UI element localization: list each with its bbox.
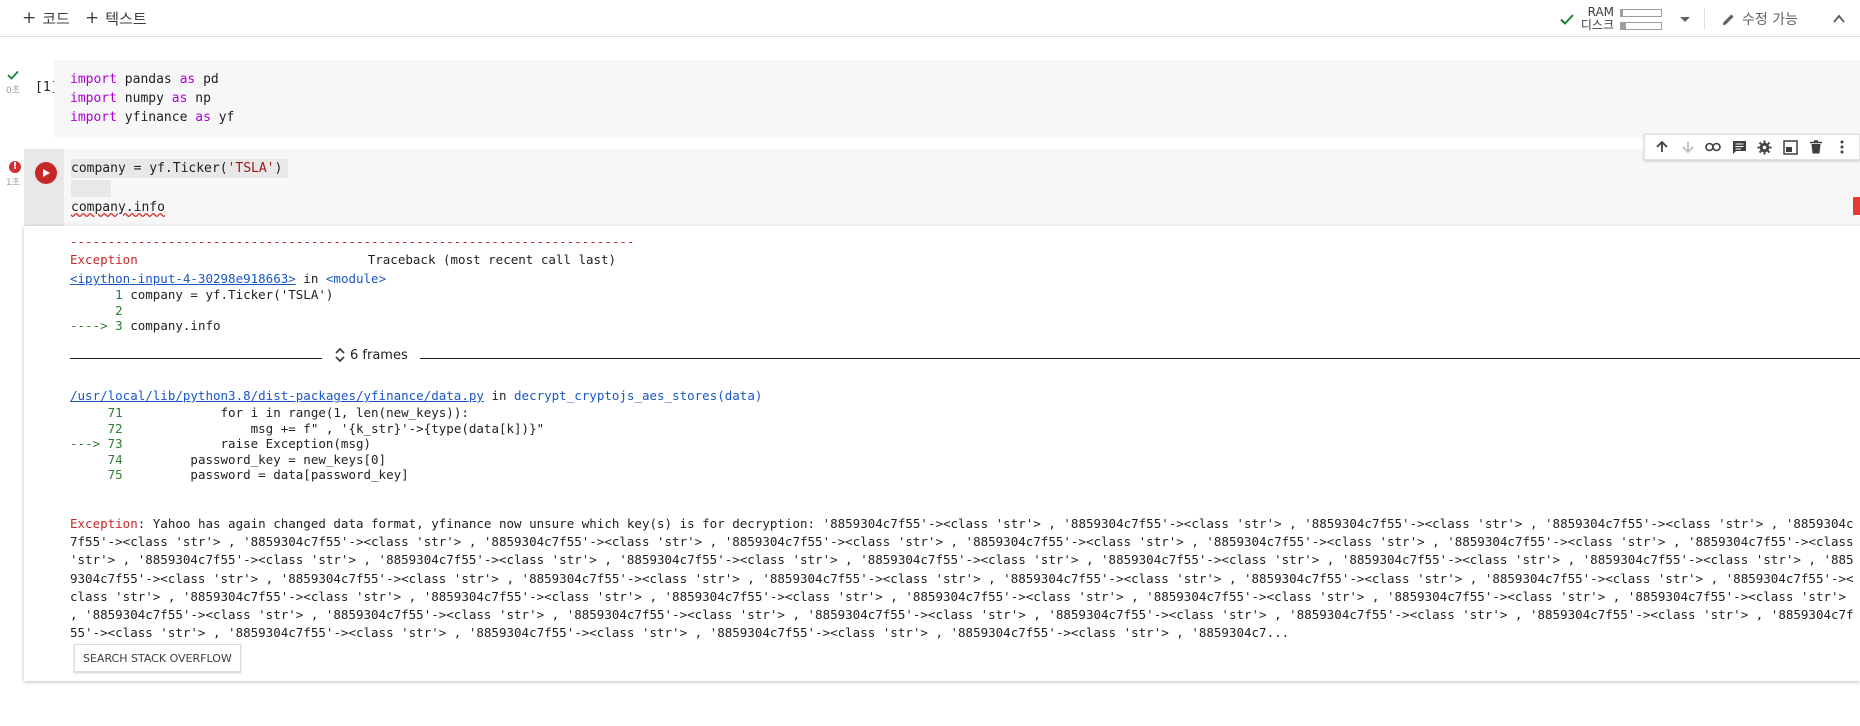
traceback-line: 75 password = data[password_key] [70,466,409,484]
check-icon [7,70,19,80]
cell-2-output: ----------------------------------------… [24,226,1860,681]
code-string: 'TSLA' [227,161,275,176]
line-code: msg += f" , '{k_str}'->{type(data[k])}" [122,420,545,436]
code-keyword: import [70,72,117,87]
code-text: yfinance [116,110,196,125]
line-number: 71 [70,405,123,420]
line-code: password_key = new_keys[0] [122,451,387,467]
toolbar-divider [1704,8,1706,30]
search-stack-overflow-button[interactable]: SEARCH STACK OVERFLOW [74,644,241,672]
gear-icon[interactable] [1757,139,1773,155]
code-text: company.info [71,200,165,215]
edit-mode-button[interactable]: 수정 가능 [1721,9,1798,29]
plus-icon: + [22,8,37,28]
code-keyword: as [179,72,196,87]
frames-divider-right [420,358,1860,359]
traceback-header: Traceback (most recent call last) [367,252,617,267]
traceback-separator: ----------------------------------------… [70,234,635,249]
line-code: company = yf.Ticker('TSLA') [122,287,334,302]
line-code: company.info [122,318,221,333]
line-code: raise Exception(msg) [122,436,372,451]
code-cell-2[interactable]: company = yf.Ticker('TSLA') company.info [0,149,1860,226]
frames-label: 6 frames [350,347,408,363]
cell-2-line-1: company = yf.Ticker('TSLA') [71,159,289,178]
cell-2-line-2 [71,180,111,197]
frames-divider-left [70,358,322,359]
ram-usage-bar [1620,8,1663,17]
move-down-icon[interactable] [1680,139,1696,155]
line-number: ---> 73 [70,436,123,451]
code-cell-1[interactable]: 0초 [1] import pandas as pd import numpy a… [0,60,1860,138]
module-name: <module> [325,271,387,286]
code-keyword: import [70,110,117,125]
code-line: import pandas as pd [70,70,234,89]
code-text: company = yf.Ticker( [71,161,228,176]
traceback-line: ----> 3 company.info [70,317,221,335]
add-code-label: 코드 [42,10,70,28]
exception-message: Exception: Yahoo has again changed data … [70,515,1860,642]
edit-mode-label: 수정 가능 [1742,12,1798,28]
code-text: ) [274,161,283,176]
line-number: 75 [70,467,123,482]
cell-2-line-3: company.info [71,198,165,217]
cell-1-code: import pandas as pd import numpy as np imp… [70,70,234,127]
code-text: yf [210,110,235,125]
disk-label: 디스크 [1580,18,1615,32]
line-number: 74 [70,451,123,467]
code-line: import numpy as np [70,89,234,108]
add-text-label: 텍스트 [105,10,147,28]
check-icon [1560,14,1574,25]
cell-1-editor[interactable]: import pandas as pd import numpy as np imp… [54,60,1860,138]
disk-usage-bar [1620,21,1663,30]
cell-toolbar [1644,134,1860,160]
chevron-up-icon[interactable] [1832,12,1846,26]
line-number: 72 [70,420,123,436]
line-code: for i in range(1, len(new_keys)): [122,405,469,420]
in-word: in [295,271,326,286]
code-keyword: as [171,91,188,106]
add-text-button[interactable]: + 텍스트 [85,8,147,29]
code-line: import yfinance as yf [70,108,234,127]
cell-2-editor[interactable]: company = yf.Ticker('TSLA') company.info [64,149,1860,226]
add-code-button[interactable]: + 코드 [22,8,70,29]
function-name: decrypt_cryptojs_aes_stores(data) [514,388,763,403]
notebook-toolbar: + 코드 + 텍스트 RAM 디스크 수정 가능 [0,0,1860,37]
resources-indicator[interactable]: RAM 디스크 [1559,6,1663,32]
more-options-icon[interactable] [1834,139,1850,155]
expand-frames-button[interactable]: 6 frames [334,347,408,363]
code-keyword: as [195,110,211,125]
chevron-down-icon[interactable] [1680,16,1691,22]
line-number: 2 [70,302,123,318]
code-text: np [187,91,211,106]
traceback-location-2: /usr/local/lib/python3.8/dist-packages/y… [70,387,762,405]
pencil-icon [1722,13,1734,25]
code-text: pd [195,72,219,87]
traceback-header-line: Exception Traceback (most recent call las… [70,251,616,269]
file-path-link[interactable]: /usr/local/lib/python3.8/dist-packages/y… [70,388,484,403]
exception-text: : Yahoo has again changed data format, y… [70,516,1854,641]
line-code: password = data[password_key] [122,467,409,482]
plus-icon: + [85,8,100,28]
code-text: numpy [116,91,172,106]
exception-label: Exception [70,516,138,531]
cell-1-status: 0초 [6,70,20,96]
ram-usage-fill [1621,9,1624,16]
exception-name: Exception [70,252,138,267]
line-number: ----> 3 [70,318,123,333]
comment-icon[interactable] [1731,139,1747,155]
mirror-cell-icon[interactable] [1783,139,1799,155]
code-text: pandas [116,72,180,87]
cell-1-exec-time: 0초 [6,86,21,96]
link-icon[interactable] [1705,139,1722,155]
line-number: 1 [70,287,123,302]
in-word: in [483,388,515,403]
error-scroll-marker [1853,197,1860,215]
disk-usage-fill [1621,22,1626,29]
move-up-icon[interactable] [1654,139,1670,155]
code-keyword: import [70,91,117,106]
ipython-input-link[interactable]: <ipython-input-4-30298e918663> [70,271,296,286]
unfold-icon [335,347,345,363]
delete-icon[interactable] [1808,139,1824,155]
